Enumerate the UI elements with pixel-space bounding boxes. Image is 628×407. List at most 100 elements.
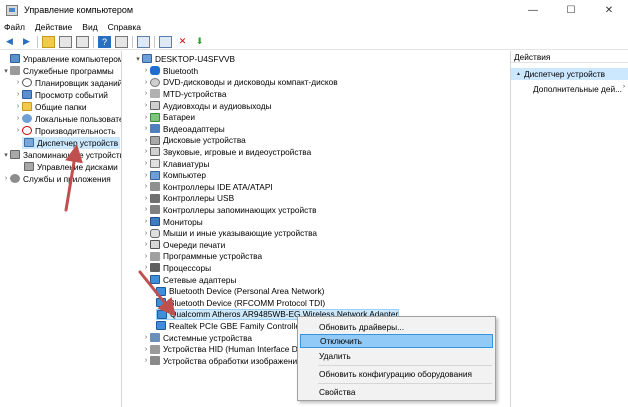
tree-services-apps[interactable]: › Службы и приложения [2, 173, 111, 185]
device-category-item[interactable]: ▾ Сетевые адаптеры [142, 274, 236, 286]
expand-arrow-icon[interactable]: › [142, 148, 150, 155]
close-button[interactable]: ✕ [590, 0, 628, 20]
expand-arrow-icon[interactable]: › [142, 206, 150, 213]
expand-arrow-icon[interactable]: › [142, 102, 150, 109]
device-category-item[interactable]: › Устройства обработки изображени [142, 355, 297, 367]
expand-arrow-icon[interactable]: › [142, 241, 150, 248]
expand-arrow-icon[interactable]: › [142, 125, 150, 132]
properties-icon[interactable] [76, 35, 89, 48]
device-category-item[interactable]: › DVD-дисководы и дисководы компакт-диско… [142, 77, 338, 89]
expand-arrow-icon[interactable]: › [142, 264, 150, 271]
device-category-item[interactable]: › Мониторы [142, 216, 203, 228]
device-category-item[interactable]: › Компьютер [142, 169, 206, 181]
menu-uninstall[interactable]: Удалить [300, 349, 493, 363]
uninstall-device-icon[interactable]: ✕ [176, 36, 189, 48]
menu-action[interactable]: Действие [35, 22, 72, 32]
menu-view[interactable]: Вид [82, 22, 97, 32]
more-actions-link[interactable]: Дополнительные дей... › [533, 84, 625, 94]
enable-device-icon[interactable]: ⬇ [193, 36, 206, 48]
expand-arrow-icon[interactable]: › [14, 103, 22, 110]
expand-arrow-icon[interactable]: › [142, 334, 150, 341]
minimize-button[interactable]: — [514, 0, 552, 20]
expand-arrow-icon[interactable]: › [142, 114, 150, 121]
chevron-right-icon: › [623, 84, 625, 90]
back-arrow-icon[interactable]: ◀ [3, 36, 16, 48]
menu-properties[interactable]: Свойства [300, 385, 493, 399]
sound-icon [150, 147, 160, 157]
expand-arrow-icon[interactable]: › [142, 253, 150, 260]
device-category-item[interactable]: › Дисковые устройства [142, 135, 246, 147]
device-category-item[interactable]: › Видеоадаптеры [142, 123, 225, 135]
expand-arrow-icon[interactable]: › [142, 90, 150, 97]
device-category-item[interactable]: › Батареи [142, 111, 195, 123]
console-tree-icon[interactable] [59, 35, 72, 48]
expand-arrow-icon[interactable]: › [142, 357, 150, 364]
toolbar-separator [37, 35, 38, 48]
view-icon[interactable] [115, 35, 128, 48]
menu-disable[interactable]: Отключить [300, 334, 493, 348]
device-category-item[interactable]: › Клавиатуры [142, 158, 209, 170]
expand-arrow-icon[interactable]: › [142, 137, 150, 144]
expand-arrow-icon[interactable]: › [142, 195, 150, 202]
device-category-item[interactable]: › Устройства HID (Human Interface Dev [142, 343, 307, 355]
computer-icon [150, 170, 160, 180]
expand-arrow-icon[interactable]: ▾ [2, 151, 10, 159]
tree-shared-folders[interactable]: › Общие папки [14, 101, 87, 113]
menu-help[interactable]: Справка [108, 22, 141, 32]
expand-arrow-icon[interactable]: › [14, 79, 22, 86]
device-category-item[interactable]: › Аудиовходы и аудиовыходы [142, 100, 272, 112]
network-adapter-item[interactable]: Bluetooth Device (Personal Area Network) [156, 285, 324, 297]
expand-arrow-icon[interactable]: › [142, 67, 150, 74]
tree-device-manager[interactable]: Диспетчер устройств [22, 137, 120, 149]
actions-section-device-manager[interactable]: Диспетчер устройств [511, 68, 628, 80]
expand-arrow-icon[interactable]: ▾ [2, 67, 10, 75]
collapse-arrow-icon[interactable]: ▾ [134, 55, 142, 63]
up-folder-icon[interactable] [42, 35, 55, 48]
expand-arrow-icon[interactable]: › [14, 115, 22, 122]
tree-task-scheduler[interactable]: › Планировщик заданий [14, 77, 121, 89]
help-icon[interactable]: ? [98, 35, 111, 48]
network-adapter-item[interactable]: Realtek PCIe GBE Family Controller [156, 320, 303, 332]
device-category-item[interactable]: › Программные устройства [142, 251, 262, 263]
expand-arrow-icon[interactable]: › [14, 127, 22, 134]
device-category-item[interactable]: › Контроллеры USB [142, 193, 234, 205]
expand-arrow-icon[interactable]: › [142, 346, 150, 353]
expand-arrow-icon[interactable]: › [142, 160, 150, 167]
tree-performance[interactable]: › Производительность [14, 125, 116, 137]
tree-disk-management[interactable]: Управление дисками [22, 161, 118, 173]
device-tree-root[interactable]: ▾ DESKTOP-U4SFVVB [134, 53, 235, 65]
device-category-item[interactable]: › Процессоры [142, 262, 211, 274]
mtd-icon [150, 89, 160, 99]
device-category-item[interactable]: › Bluetooth [142, 65, 198, 77]
services-icon [10, 174, 20, 184]
menu-scan-hardware[interactable]: Обновить конфигурацию оборудования [300, 367, 493, 381]
expand-arrow-icon[interactable]: ▾ [142, 276, 150, 284]
device-category-item[interactable]: › Очереди печати [142, 239, 225, 251]
expand-arrow-icon[interactable]: › [142, 218, 150, 225]
expand-arrow-icon[interactable]: › [2, 175, 10, 182]
expand-arrow-icon[interactable]: › [142, 230, 150, 237]
expand-arrow-icon[interactable]: › [14, 91, 22, 98]
device-category-item[interactable]: › Контроллеры запоминающих устройств [142, 204, 317, 216]
expand-arrow-icon[interactable]: › [142, 79, 150, 86]
device-category-item[interactable]: › Системные устройства [142, 332, 252, 344]
maximize-button[interactable]: ☐ [552, 0, 590, 20]
update-driver-icon[interactable] [159, 35, 172, 48]
menu-file[interactable]: Файл [4, 22, 25, 32]
tree-local-users[interactable]: › Локальные пользовате [14, 113, 121, 125]
expand-arrow-icon[interactable]: › [142, 183, 150, 190]
tree-storage[interactable]: ▾ Запоминающие устройств [2, 149, 121, 161]
device-category-item[interactable]: › Контроллеры IDE ATA/ATAPI [142, 181, 273, 193]
tree-root-computer-management[interactable]: Управление компьютером (л [2, 53, 121, 65]
tree-event-viewer[interactable]: › Просмотр событий [14, 89, 108, 101]
forward-arrow-icon[interactable]: ▶ [20, 36, 33, 48]
menu-update-drivers[interactable]: Обновить драйверы... [300, 320, 493, 334]
tree-system-tools[interactable]: ▾ Служебные программы [2, 65, 113, 77]
event-viewer-icon [22, 90, 32, 100]
device-category-item[interactable]: › Мыши и иные указывающие устройства [142, 227, 317, 239]
scan-hardware-icon[interactable] [137, 35, 150, 48]
network-adapter-item[interactable]: Bluetooth Device (RFCOMM Protocol TDI) [156, 297, 325, 309]
device-category-item[interactable]: › MTD-устройства [142, 88, 227, 100]
expand-arrow-icon[interactable]: › [142, 172, 150, 179]
device-category-item[interactable]: › Звуковые, игровые и видеоустройства [142, 146, 311, 158]
